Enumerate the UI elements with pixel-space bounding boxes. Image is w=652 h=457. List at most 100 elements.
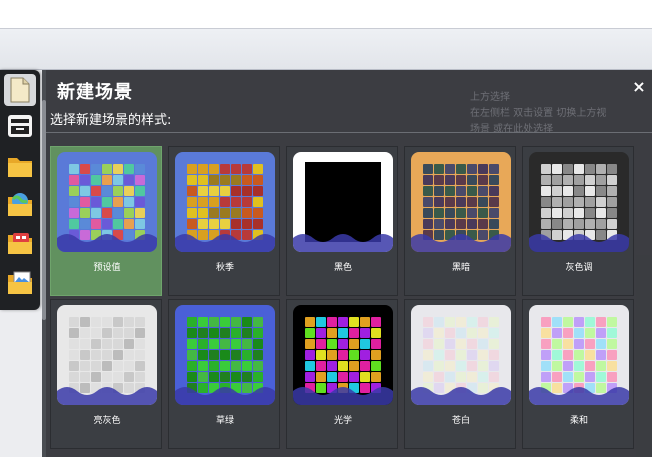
tile bbox=[552, 372, 562, 382]
tile bbox=[445, 164, 455, 174]
tile bbox=[113, 219, 123, 229]
document-icon[interactable] bbox=[4, 74, 36, 106]
tile bbox=[124, 361, 134, 371]
tile bbox=[423, 219, 433, 229]
scene-style-card[interactable]: 苍白 bbox=[404, 299, 516, 449]
tile bbox=[187, 208, 197, 218]
tile bbox=[198, 219, 208, 229]
tile bbox=[113, 328, 123, 338]
tile bbox=[124, 175, 134, 185]
tile bbox=[80, 339, 90, 349]
background-hint-text: 上方选择 在左侧栏 双击设置 切换上方视 场景 或在此处选择 bbox=[470, 90, 606, 138]
scene-style-card[interactable]: 光学 bbox=[286, 299, 398, 449]
scene-style-label: 秋季 bbox=[215, 263, 234, 273]
tile bbox=[563, 219, 573, 229]
tile bbox=[563, 208, 573, 218]
tile bbox=[316, 317, 326, 327]
scene-thumbnail bbox=[411, 152, 511, 252]
tile bbox=[434, 186, 444, 196]
tile bbox=[198, 328, 208, 338]
tile bbox=[91, 317, 101, 327]
scene-style-card[interactable]: 预设值 bbox=[50, 146, 162, 296]
tile bbox=[187, 219, 197, 229]
tile bbox=[338, 328, 348, 338]
tile bbox=[585, 175, 595, 185]
tile bbox=[467, 208, 477, 218]
tile bbox=[91, 164, 101, 174]
close-button[interactable]: × bbox=[630, 78, 648, 96]
tile bbox=[371, 317, 381, 327]
tile bbox=[242, 219, 252, 229]
tile bbox=[135, 164, 145, 174]
tile bbox=[456, 317, 466, 327]
tile bbox=[434, 350, 444, 360]
tile bbox=[585, 317, 595, 327]
tile bbox=[209, 361, 219, 371]
tile bbox=[478, 219, 488, 229]
tile bbox=[316, 372, 326, 382]
tile bbox=[305, 339, 315, 349]
dialog-subtitle: 选择新建场景的样式: bbox=[50, 113, 172, 128]
scene-style-card[interactable]: 草绿 bbox=[168, 299, 280, 449]
tile bbox=[467, 328, 477, 338]
scene-style-card[interactable]: 灰色调 bbox=[522, 146, 634, 296]
tile bbox=[607, 361, 617, 371]
tile bbox=[80, 208, 90, 218]
tile bbox=[69, 175, 79, 185]
tile bbox=[305, 372, 315, 382]
scene-style-card[interactable]: 柔和 bbox=[522, 299, 634, 449]
tile bbox=[456, 186, 466, 196]
tile bbox=[231, 197, 241, 207]
tile bbox=[231, 339, 241, 349]
scene-style-card[interactable]: 秋季 bbox=[168, 146, 280, 296]
tile bbox=[220, 328, 230, 338]
tile-grid bbox=[187, 164, 263, 240]
tile bbox=[360, 372, 370, 382]
tile bbox=[102, 219, 112, 229]
tile bbox=[209, 164, 219, 174]
tile bbox=[478, 317, 488, 327]
wave-decoration bbox=[293, 234, 393, 252]
tile-grid bbox=[423, 164, 499, 240]
tile bbox=[135, 361, 145, 371]
tile bbox=[552, 361, 562, 371]
tile bbox=[124, 339, 134, 349]
scene-style-card[interactable]: 黑色 bbox=[286, 146, 398, 296]
tile bbox=[563, 164, 573, 174]
tile bbox=[242, 208, 252, 218]
tile bbox=[135, 317, 145, 327]
tile bbox=[541, 175, 551, 185]
scene-style-card[interactable]: 黑暗 bbox=[404, 146, 516, 296]
tile bbox=[231, 186, 241, 196]
tile bbox=[478, 350, 488, 360]
scene-style-label: 黑色 bbox=[333, 263, 352, 273]
tile bbox=[607, 350, 617, 360]
tile bbox=[563, 339, 573, 349]
tile bbox=[574, 219, 584, 229]
tile bbox=[113, 175, 123, 185]
globe-folder-icon[interactable] bbox=[4, 188, 36, 220]
folder-icon[interactable] bbox=[4, 150, 36, 182]
tile bbox=[80, 197, 90, 207]
tile bbox=[187, 164, 197, 174]
tile bbox=[552, 208, 562, 218]
sprite-folder-icon[interactable] bbox=[4, 226, 36, 258]
archive-icon[interactable] bbox=[4, 110, 36, 142]
scene-style-card[interactable]: 亮灰色 bbox=[50, 299, 162, 449]
tile bbox=[102, 186, 112, 196]
tile bbox=[349, 328, 359, 338]
scene-thumbnail bbox=[57, 152, 157, 252]
tile bbox=[242, 186, 252, 196]
tile bbox=[596, 317, 606, 327]
tile bbox=[220, 208, 230, 218]
tile bbox=[69, 186, 79, 196]
tile bbox=[445, 350, 455, 360]
tile bbox=[456, 350, 466, 360]
tile bbox=[91, 208, 101, 218]
scene-style-label: 草绿 bbox=[215, 416, 234, 426]
wave-decoration bbox=[293, 387, 393, 405]
tile bbox=[135, 186, 145, 196]
image-folder-icon[interactable] bbox=[4, 266, 36, 298]
window-top-bar bbox=[0, 0, 652, 29]
tile bbox=[574, 175, 584, 185]
